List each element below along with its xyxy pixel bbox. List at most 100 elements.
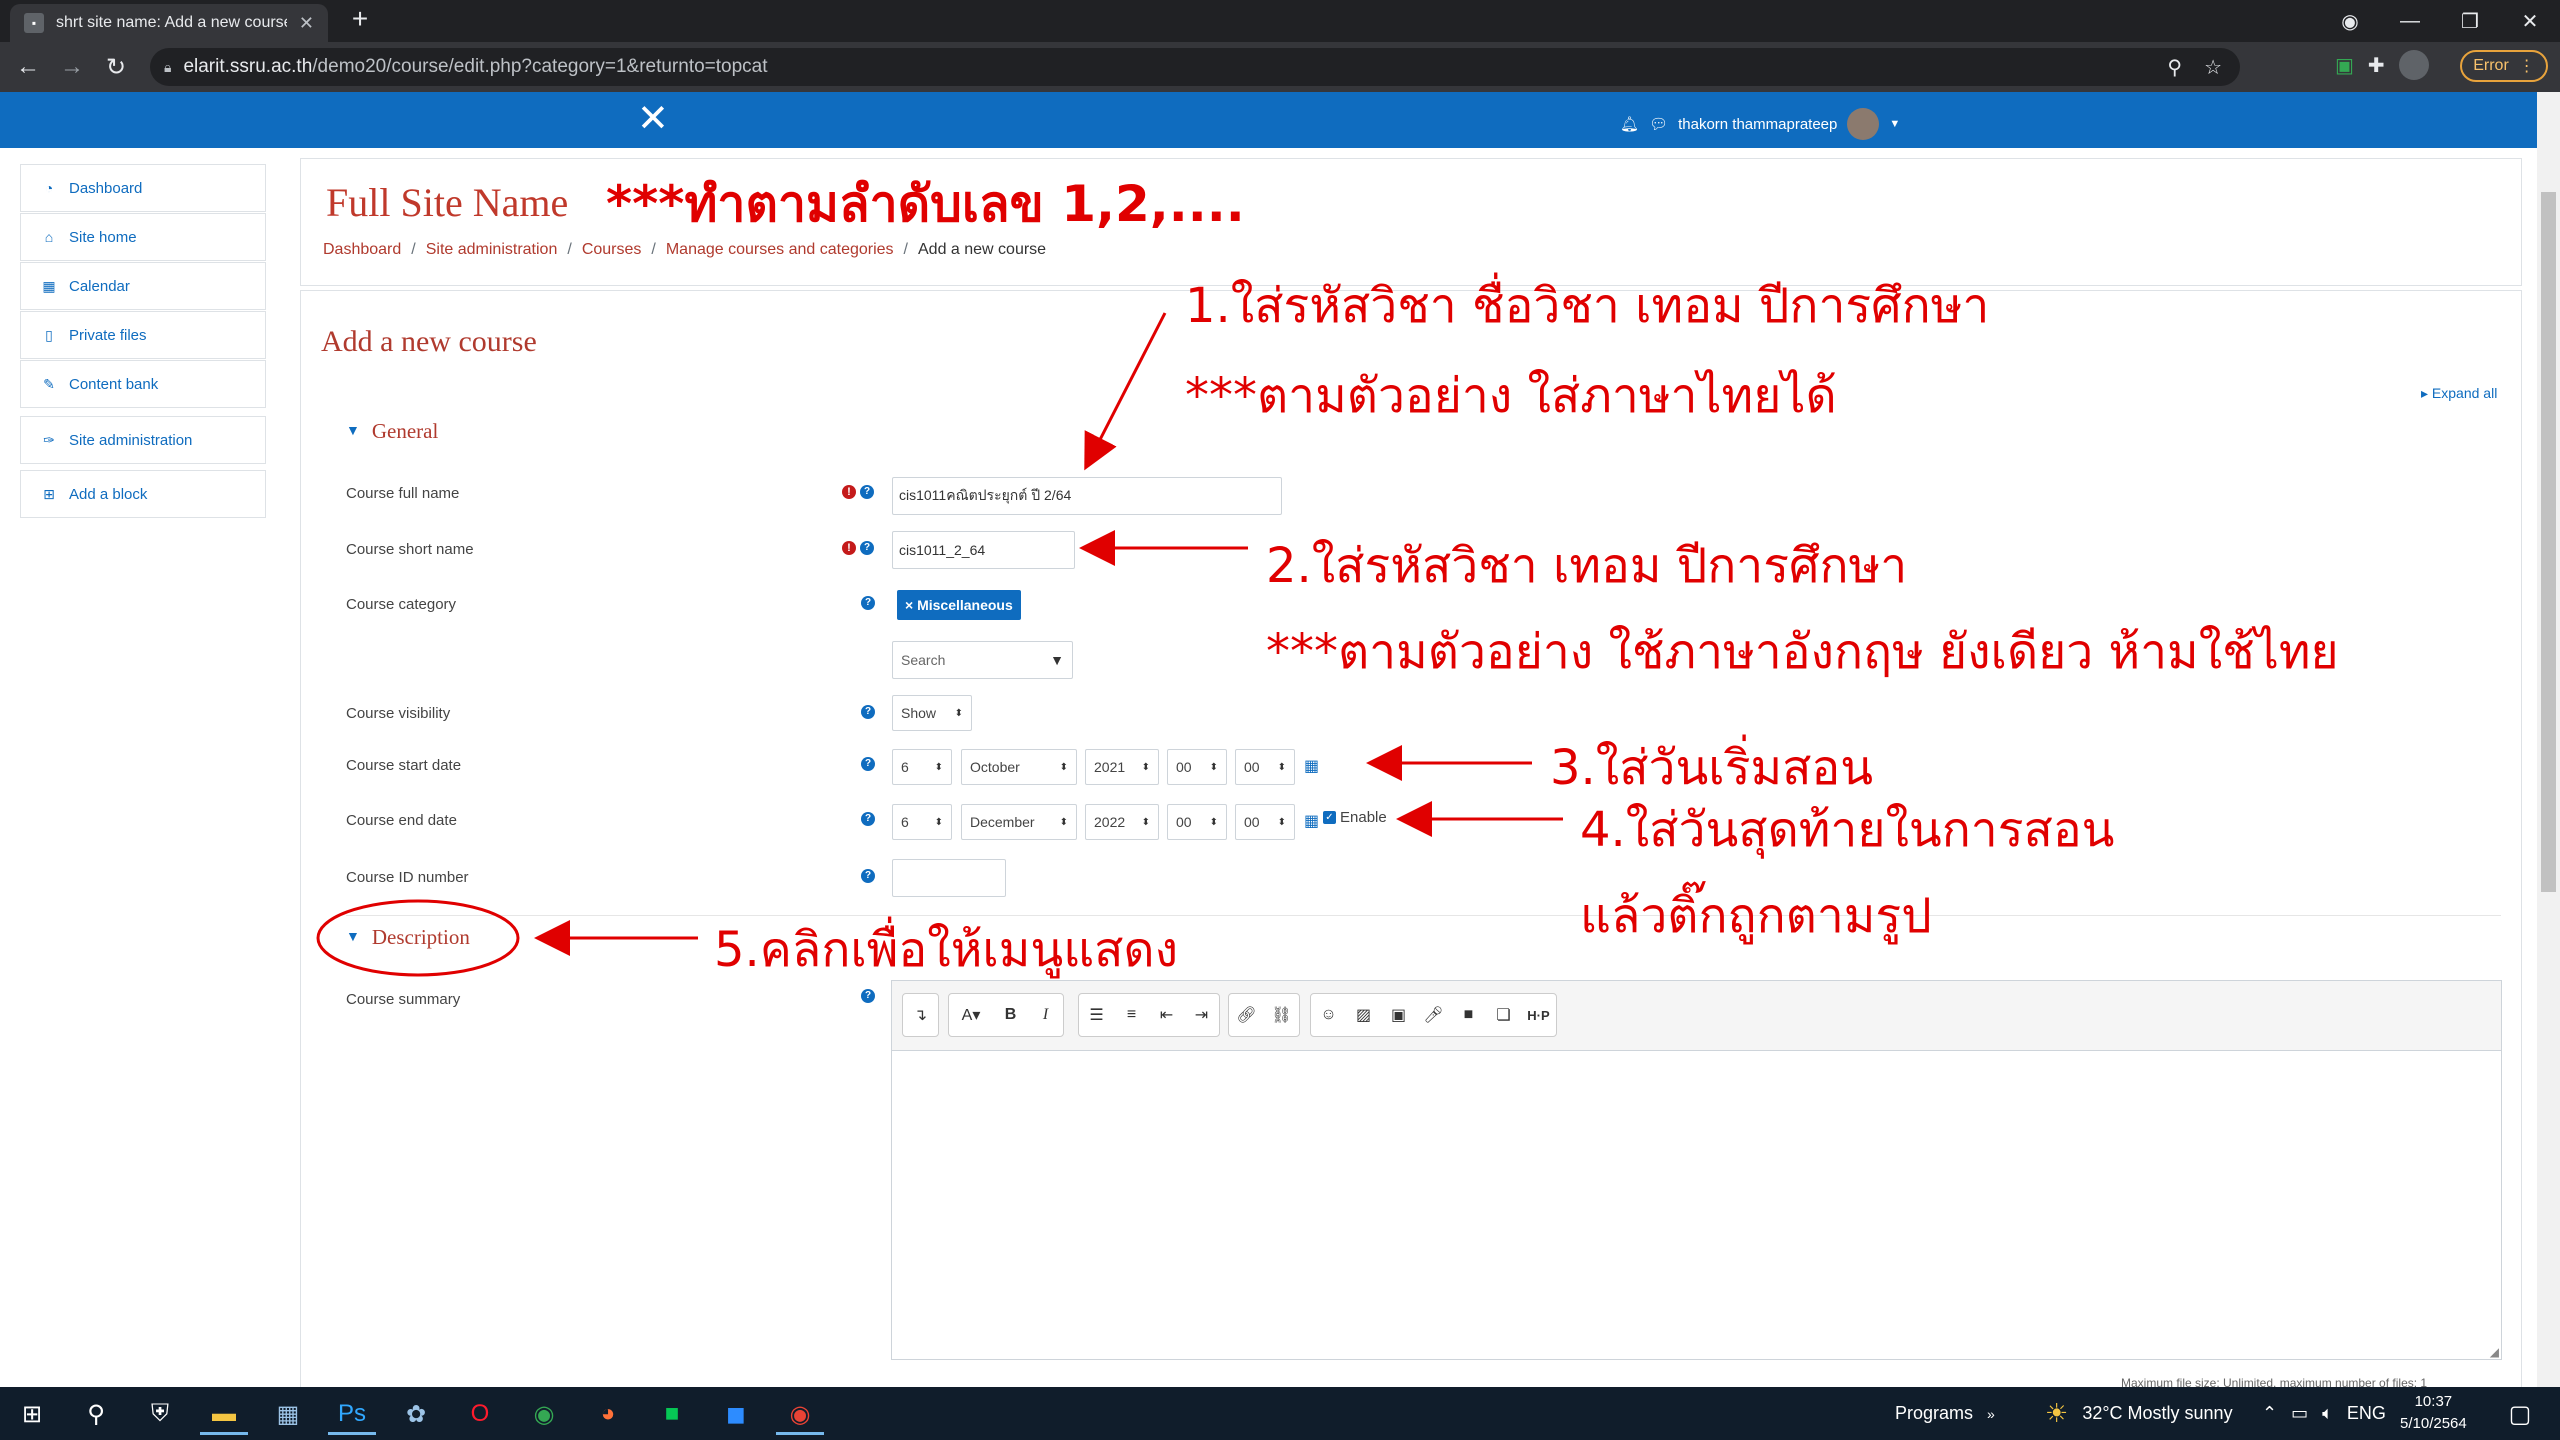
end-year-select[interactable]: 2022 ⬍ — [1085, 804, 1159, 840]
short-name-field[interactable]: cis1011_2_64 — [892, 531, 1075, 569]
opera-icon[interactable]: O — [448, 1393, 512, 1435]
end-day-select[interactable]: 6 ⬍ — [892, 804, 952, 840]
bookmark-star-icon[interactable]: ☆ — [2204, 55, 2222, 80]
course-summary-editor[interactable]: ↴ A▾ B I ☰ ≡ ⇤ ⇥ 🔗︎ ⛓︎ ☺ ▨ ▣ 🎤︎ ■ ❏ H·P ◢ — [891, 980, 2502, 1360]
extension-icon[interactable]: ▣ — [2335, 53, 2354, 78]
visibility-select[interactable]: Show ⬍ — [892, 695, 972, 731]
photoshop-icon[interactable]: Ps — [320, 1393, 384, 1435]
end-hour-select[interactable]: 00 ⬍ — [1167, 804, 1227, 840]
italic-icon[interactable]: I — [1028, 1006, 1063, 1024]
help-icon[interactable]: ? — [860, 541, 874, 555]
scrollbar-thumb[interactable] — [2541, 192, 2556, 892]
close-drawer-icon[interactable]: ✕ — [637, 100, 669, 138]
back-icon[interactable]: ← — [6, 45, 50, 89]
breadcrumb-dashboard[interactable]: Dashboard — [323, 241, 401, 259]
start-year-select[interactable]: 2021 ⬍ — [1085, 749, 1159, 785]
start-minute-select[interactable]: 00 ⬍ — [1235, 749, 1295, 785]
firefox-icon[interactable]: ◕ — [576, 1393, 640, 1435]
full-name-field[interactable]: cis1011คณิตประยุกต์ ปี 2/64 — [892, 477, 1282, 515]
zoom-icon[interactable]: ⚲ — [2167, 55, 2182, 80]
user-menu[interactable]: 🔔︎ 💬︎ thakorn thammaprateep ▼ — [1620, 108, 1900, 140]
minimize-button[interactable]: — — [2380, 10, 2440, 33]
section-general[interactable]: ▼ General — [346, 419, 438, 444]
close-tab-icon[interactable]: ✕ — [299, 13, 314, 34]
emoji-icon[interactable]: ☺ — [1311, 1006, 1346, 1024]
media-icon[interactable]: ▣ — [1381, 1005, 1416, 1025]
security-shield-icon[interactable]: ⛨ — [128, 1393, 192, 1435]
add-a-block[interactable]: ⊞ Add a block — [20, 470, 266, 518]
clock[interactable]: 10:37 5/10/2564 — [2400, 1391, 2467, 1435]
help-icon[interactable]: ? — [861, 989, 875, 1003]
chrome-icon[interactable]: ◉ — [512, 1393, 576, 1435]
outdent-icon[interactable]: ⇤ — [1149, 1005, 1184, 1025]
calendar-icon[interactable]: ▦ — [1304, 811, 1319, 831]
help-icon[interactable]: ? — [860, 485, 874, 499]
chevron-up-icon[interactable]: ⌃ — [2262, 1403, 2277, 1424]
puzzle-icon[interactable]: ✚ — [2368, 53, 2385, 78]
start-month-select[interactable]: October ⬍ — [961, 749, 1077, 785]
section-description[interactable]: ▼ Description — [346, 925, 470, 950]
close-window-button[interactable]: ✕ — [2500, 9, 2560, 34]
zoom-icon[interactable]: ◼ — [704, 1393, 768, 1435]
h5p-icon[interactable]: H·P — [1521, 1008, 1556, 1023]
app-icon[interactable]: ✿ — [384, 1393, 448, 1435]
category-tag[interactable]: × Miscellaneous — [897, 590, 1021, 620]
help-icon[interactable]: ? — [861, 812, 875, 826]
new-tab-button[interactable]: + — [345, 4, 375, 34]
chrome-active-icon[interactable]: ◉ — [768, 1393, 832, 1435]
error-button[interactable]: Error ⋮ — [2460, 50, 2548, 82]
breadcrumb-manage-courses[interactable]: Manage courses and categories — [666, 241, 894, 259]
restore-button[interactable]: ❐ — [2440, 9, 2500, 34]
search-icon[interactable]: ⚲ — [64, 1393, 128, 1435]
calendar-icon[interactable]: ▦ — [1304, 756, 1319, 776]
forward-icon[interactable]: → — [50, 45, 94, 89]
help-icon[interactable]: ? — [861, 869, 875, 883]
record-audio-icon[interactable]: 🎤︎ — [1416, 1005, 1451, 1025]
bell-icon[interactable]: 🔔︎ — [1620, 115, 1639, 133]
volume-icon[interactable]: 🔈︎ — [2322, 1403, 2333, 1424]
help-icon[interactable]: ? — [861, 705, 875, 719]
enable-checkbox[interactable]: ✓ Enable — [1323, 809, 1387, 826]
ordered-list-icon[interactable]: ≡ — [1114, 1006, 1149, 1024]
address-bar[interactable]: 🔒︎ elarit.ssru.ac.th/demo20/course/edit.… — [150, 48, 2240, 86]
manage-files-icon[interactable]: ❏ — [1486, 1005, 1521, 1025]
id-number-field[interactable] — [892, 859, 1006, 897]
link-icon[interactable]: 🔗︎ — [1229, 1005, 1264, 1025]
image-icon[interactable]: ▨ — [1346, 1005, 1381, 1025]
nav-private-files[interactable]: ▯ Private files — [20, 311, 266, 359]
line-icon[interactable]: ■ — [640, 1393, 704, 1435]
nav-calendar[interactable]: ▦ Calendar — [20, 262, 266, 310]
file-explorer-icon[interactable]: ▬ — [192, 1393, 256, 1435]
unordered-list-icon[interactable]: ☰ — [1079, 1005, 1114, 1025]
text-style-icon[interactable]: A▾ — [949, 1005, 993, 1025]
help-icon[interactable]: ? — [861, 596, 875, 610]
resize-handle-icon[interactable]: ◢ — [2490, 1345, 2499, 1359]
nav-content-bank[interactable]: ✎ Content bank — [20, 360, 266, 408]
page-scrollbar[interactable] — [2537, 92, 2560, 1387]
indent-icon[interactable]: ⇥ — [1184, 1005, 1219, 1025]
profile-menu-icon[interactable]: ◉ — [2320, 9, 2380, 34]
network-icon[interactable]: ▭ — [2291, 1403, 2308, 1424]
notifications-icon[interactable]: ▢ — [2488, 1393, 2552, 1435]
message-icon[interactable]: 💬︎ — [1649, 115, 1668, 133]
expand-all-link[interactable]: ▸ Expand all — [2421, 385, 2497, 402]
breadcrumb-site-administration[interactable]: Site administration — [426, 241, 558, 259]
windows-start-icon[interactable]: ⊞ — [0, 1393, 64, 1435]
browser-tab[interactable]: ▪ shrt site name: Add a new course ✕ — [10, 4, 328, 42]
category-search[interactable]: Search ▼ — [892, 641, 1073, 679]
end-month-select[interactable]: December ⬍ — [961, 804, 1077, 840]
start-day-select[interactable]: 6 ⬍ — [892, 749, 952, 785]
profile-avatar[interactable] — [2398, 50, 2429, 80]
nav-site-home[interactable]: ⌂ Site home — [20, 213, 266, 261]
nav-dashboard[interactable]: ◔ Dashboard — [20, 164, 266, 212]
end-minute-select[interactable]: 00 ⬍ — [1235, 804, 1295, 840]
record-video-icon[interactable]: ■ — [1451, 1006, 1486, 1024]
start-hour-select[interactable]: 00 ⬍ — [1167, 749, 1227, 785]
nav-site-administration[interactable]: ✑ Site administration — [20, 416, 266, 464]
collapse-toolbar-icon[interactable]: ↴ — [903, 1005, 938, 1025]
calculator-icon[interactable]: ▦ — [256, 1393, 320, 1435]
bold-icon[interactable]: B — [993, 1006, 1028, 1024]
weather-widget[interactable]: ☀ 32°C Mostly sunny — [2045, 1387, 2233, 1440]
tray-programs[interactable]: Programs » — [1895, 1387, 1995, 1440]
unlink-icon[interactable]: ⛓︎ — [1264, 1005, 1299, 1025]
